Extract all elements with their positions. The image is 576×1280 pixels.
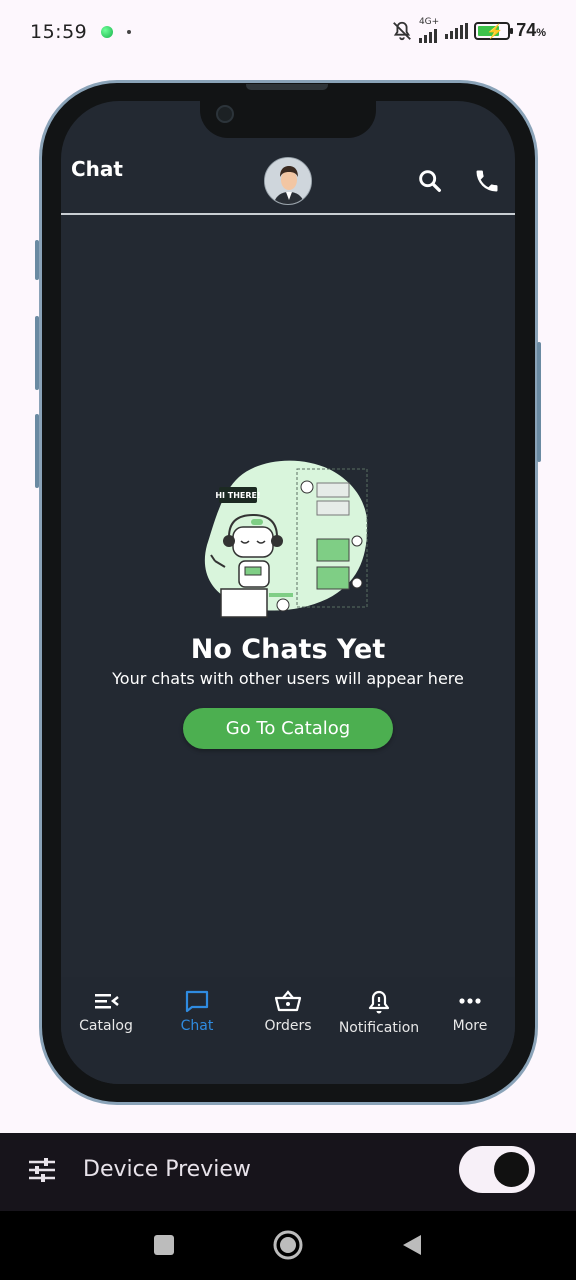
avatar-image (265, 158, 311, 204)
nav-label: Chat (180, 1018, 214, 1034)
nav-item-orders[interactable]: Orders (243, 989, 333, 1035)
signal-icon-2 (445, 22, 469, 39)
battery-percent: 74% (516, 20, 546, 40)
network-indicator: 4G+ (418, 17, 440, 43)
status-bar: 15:59 4G+ ⚡ 74% (0, 0, 576, 64)
go-to-catalog-button[interactable]: Go To Catalog (183, 708, 393, 749)
network-type: 4G+ (418, 17, 440, 27)
back-button-icon[interactable] (400, 1233, 424, 1257)
catalog-icon (95, 994, 119, 1009)
volume-silent-button (35, 240, 39, 280)
phone-icon[interactable] (473, 167, 501, 195)
nav-label: Catalog (79, 1018, 133, 1034)
empty-state-subtitle: Your chats with other users will appear … (112, 669, 464, 688)
volume-down-button (35, 414, 39, 488)
volume-up-button (35, 316, 39, 390)
front-camera-icon (216, 105, 234, 123)
nav-item-more[interactable]: More (425, 989, 515, 1035)
app-screen: Chat HI THERE! No Chats Yet Your chats w… (61, 101, 515, 1084)
device-preview-label: Device Preview (83, 1157, 251, 1182)
avatar[interactable] (264, 157, 312, 205)
bell-muted-icon (393, 21, 411, 40)
home-button-icon[interactable] (272, 1229, 304, 1261)
page-title: Chat (71, 157, 123, 181)
power-button (537, 342, 541, 462)
nav-item-notification[interactable]: Notification (334, 989, 424, 1037)
robot-chat-illustration: HI THERE! (204, 460, 368, 618)
bell-icon (368, 990, 390, 1014)
basket-icon (274, 990, 302, 1012)
overflow-dot-icon (127, 30, 132, 34)
search-icon[interactable] (416, 167, 444, 195)
nav-item-catalog[interactable]: Catalog (61, 989, 151, 1035)
device-preview-toggle[interactable] (459, 1146, 535, 1193)
header-divider (61, 213, 515, 215)
status-time: 15:59 (30, 21, 88, 43)
status-indicators: 4G+ ⚡ 74% (391, 18, 546, 43)
nav-label: More (452, 1018, 488, 1034)
nav-label: Notification (338, 1020, 420, 1036)
notification-dot-icon (101, 26, 114, 38)
recents-button-icon[interactable] (152, 1233, 176, 1257)
device-preview-bar: Device Preview (0, 1133, 576, 1211)
toggle-knob (494, 1152, 529, 1187)
speaker-grille (246, 84, 328, 90)
chat-icon (185, 990, 209, 1013)
nav-label: Orders (264, 1018, 312, 1034)
bottom-navigation: Catalog Chat Orders Notification More (61, 977, 515, 1084)
nav-item-chat[interactable]: Chat (152, 989, 242, 1035)
bubble-text: HI THERE! (215, 491, 260, 500)
system-navigation-bar (0, 1211, 576, 1280)
empty-state-title: No Chats Yet (190, 634, 386, 665)
battery-icon: ⚡ (474, 21, 514, 40)
charging-bolt-icon: ⚡ (486, 22, 504, 39)
settings-sliders-icon[interactable] (27, 1155, 57, 1185)
signal-icon (418, 27, 437, 43)
more-icon (459, 998, 481, 1004)
